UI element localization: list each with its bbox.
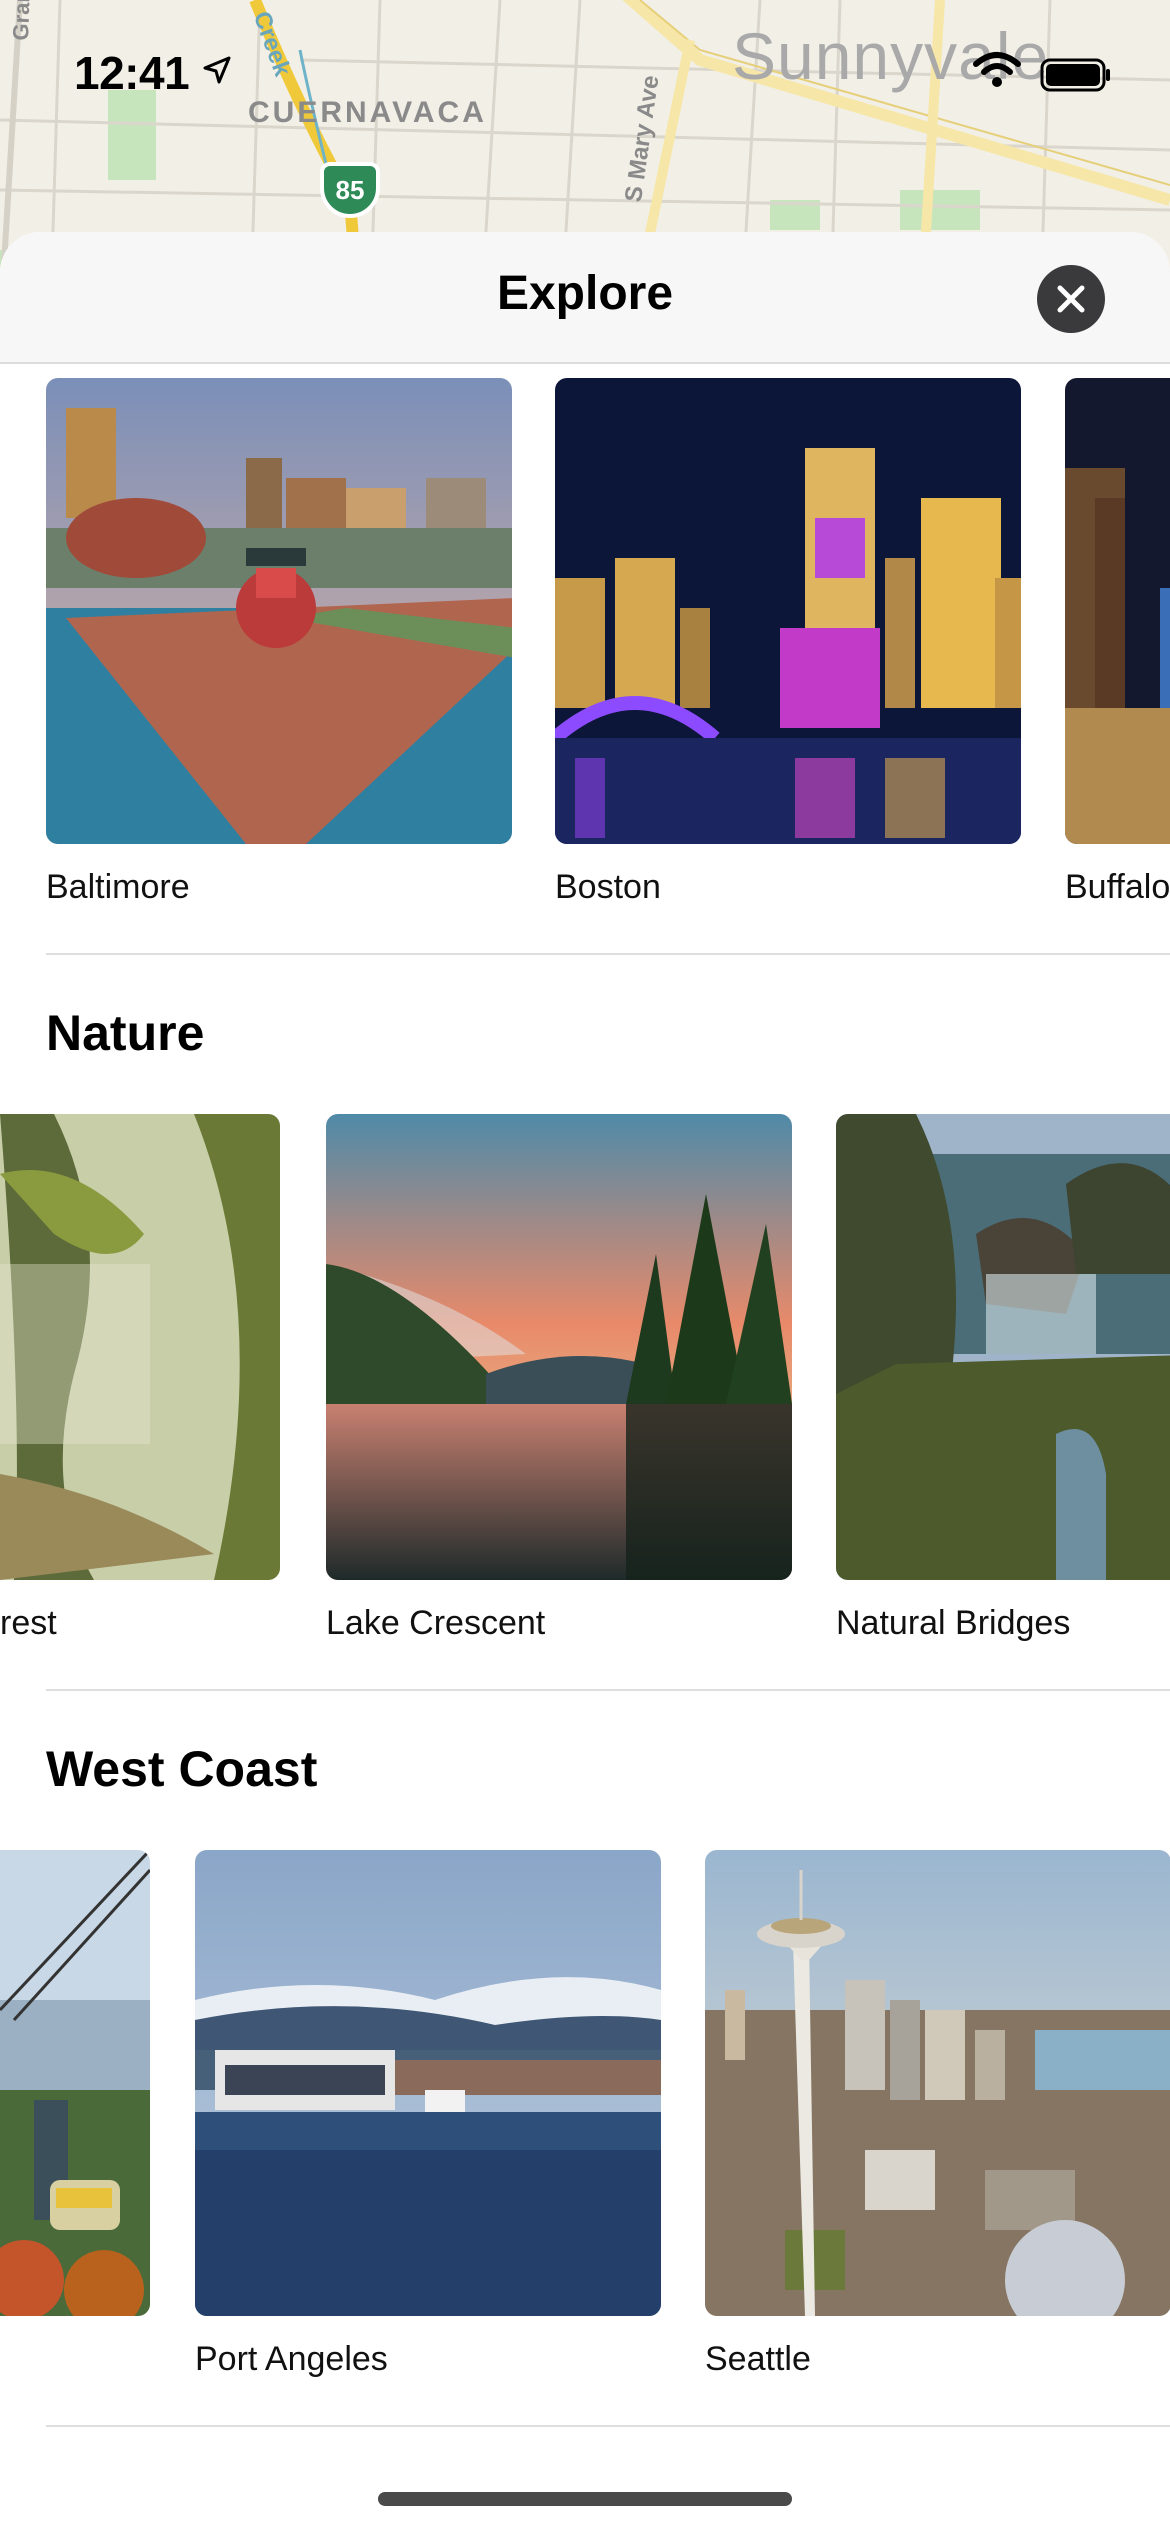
explore-sheet: Explore Baltimore Boston Buffalo Nature … — [0, 232, 1170, 2532]
city-carousel[interactable]: Baltimore Boston Buffalo — [0, 378, 1170, 906]
portland-image — [0, 1850, 150, 2316]
section-title-west-coast: West Coast — [46, 1741, 318, 1797]
place-card-seattle[interactable]: Seattle — [705, 1850, 1170, 2378]
section-divider — [46, 2425, 1170, 2427]
seattle-image — [705, 1850, 1170, 2316]
nature-carousel[interactable]: rest Lake Crescent Natural Bridges — [0, 1114, 1170, 1642]
place-label: Baltimore — [46, 868, 190, 906]
section-divider — [46, 953, 1170, 955]
status-bar: Sunnyvale 12:41 — [0, 0, 1170, 140]
buffalo-image — [1065, 378, 1170, 844]
place-card-portland[interactable] — [0, 1850, 150, 2316]
place-label: rest — [0, 1604, 57, 1642]
route-number: 85 — [335, 175, 365, 205]
place-card-baltimore[interactable]: Baltimore — [46, 378, 512, 906]
place-label: Seattle — [705, 2340, 811, 2378]
natural-bridges-image — [836, 1114, 1170, 1580]
page-title: Explore — [496, 267, 674, 320]
place-label: Boston — [555, 868, 661, 906]
boston-image — [555, 378, 1021, 844]
place-label: Lake Crescent — [326, 1604, 546, 1642]
location-arrow-icon — [203, 56, 231, 84]
section-title-nature: Nature — [46, 1005, 205, 1061]
port-angeles-image — [195, 1850, 661, 2316]
place-label: Port Angeles — [195, 2340, 388, 2378]
west-coast-carousel[interactable]: Port Angeles Seattle — [0, 1850, 1170, 2378]
place-card-boston[interactable]: Boston — [555, 378, 1021, 906]
place-card-forest[interactable]: rest — [0, 1114, 280, 1642]
place-card-lake-crescent[interactable]: Lake Crescent — [326, 1114, 792, 1642]
battery-icon — [1040, 58, 1110, 92]
sheet-header: Explore — [0, 232, 1170, 364]
wifi-icon — [973, 52, 1021, 87]
home-indicator[interactable] — [378, 2492, 792, 2506]
close-icon — [1057, 285, 1085, 313]
baltimore-image — [46, 378, 512, 844]
lake-crescent-image — [326, 1114, 792, 1580]
place-label: Buffalo — [1065, 868, 1170, 906]
place-card-natural-bridges[interactable]: Natural Bridges — [836, 1114, 1170, 1642]
section-divider — [46, 1689, 1170, 1691]
forest-image — [0, 1114, 280, 1580]
place-card-buffalo[interactable]: Buffalo — [1065, 378, 1170, 906]
status-time: 12:41 — [74, 47, 190, 99]
place-card-port-angeles[interactable]: Port Angeles — [195, 1850, 661, 2378]
close-button[interactable] — [1037, 265, 1105, 333]
place-label: Natural Bridges — [836, 1604, 1071, 1642]
